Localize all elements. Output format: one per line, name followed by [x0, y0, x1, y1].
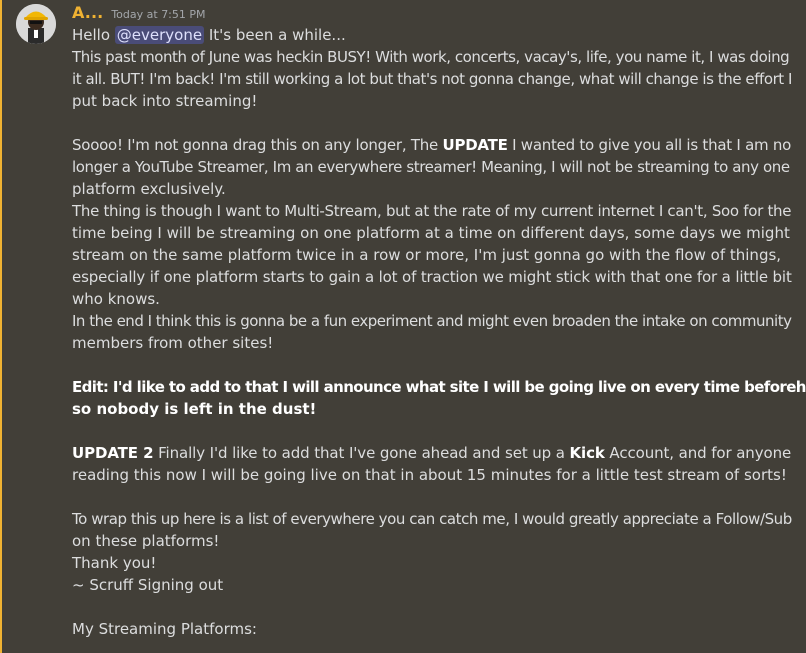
text-line: on these platforms!: [72, 532, 220, 550]
text-line: time being I will be streaming on one pl…: [72, 224, 790, 242]
greeting-text: Hello: [72, 26, 115, 44]
text-span: Soooo! I'm not gonna drag this on any lo…: [72, 136, 443, 154]
platforms-heading: My Streaming Platforms:: [72, 620, 257, 638]
bold-update: UPDATE: [442, 136, 508, 154]
message-timestamp[interactable]: Today at 7:51 PM: [111, 8, 205, 21]
bold-edit-text: Edit: I'd like to add to that I will ann…: [72, 378, 806, 396]
avatar[interactable]: [16, 4, 56, 44]
bold-update-2: UPDATE 2: [72, 444, 154, 462]
edit-line: Edit: I'd like to add to that I will ann…: [72, 376, 806, 398]
text-line: it all. BUT! I'm back! I'm still working…: [72, 70, 793, 88]
bold-edit-text: so nobody is left in the dust!: [72, 400, 317, 418]
text-line: stream on the same platform twice in a r…: [72, 246, 782, 264]
message-content: Hello @everyone It's been a while... Thi…: [72, 24, 806, 640]
author-name[interactable]: A...: [72, 3, 103, 22]
text-span: Finally I'd like to add that I've gone a…: [153, 444, 570, 462]
text-line: reading this now I will be going live on…: [72, 466, 787, 484]
text-line: members from other sites!: [72, 334, 274, 352]
hardhat-avatar-icon: [16, 4, 56, 44]
text-line: The thing is though I want to Multi-Stre…: [72, 202, 792, 220]
text-line: ~ Scruff Signing out: [72, 576, 224, 594]
edit-line: so nobody is left in the dust!: [72, 398, 764, 420]
text-line: put back into streaming!: [72, 92, 258, 110]
text-span: I wanted to give you all is that I am no: [507, 136, 792, 154]
greeting-line: Hello @everyone It's been a while...: [72, 24, 764, 46]
text-line: especially if one platform starts to gai…: [72, 268, 792, 286]
text-line: In the end I think this is gonna be a fu…: [72, 312, 792, 330]
text-line: To wrap this up here is a list of everyw…: [72, 510, 792, 528]
text-span: Account, and for anyone: [604, 444, 792, 462]
message-header: A... Today at 7:51 PM: [72, 3, 206, 25]
text-line: This past month of June was heckin BUSY!…: [72, 48, 790, 66]
text-line: Thank you!: [72, 554, 157, 572]
text-line: who knows.: [72, 290, 160, 308]
update-line: Soooo! I'm not gonna drag this on any lo…: [72, 134, 791, 156]
text-line: platform exclusively.: [72, 180, 226, 198]
everyone-mention[interactable]: @everyone: [114, 26, 205, 44]
greeting-text-end: It's been a while...: [204, 26, 346, 44]
update2-line: UPDATE 2 Finally I'd like to add that I'…: [72, 442, 791, 464]
chat-message: A... Today at 7:51 PM Hello @everyone It…: [0, 0, 806, 653]
text-line: longer a YouTube Streamer, Im an everywh…: [72, 158, 790, 176]
bold-kick: Kick: [569, 444, 605, 462]
